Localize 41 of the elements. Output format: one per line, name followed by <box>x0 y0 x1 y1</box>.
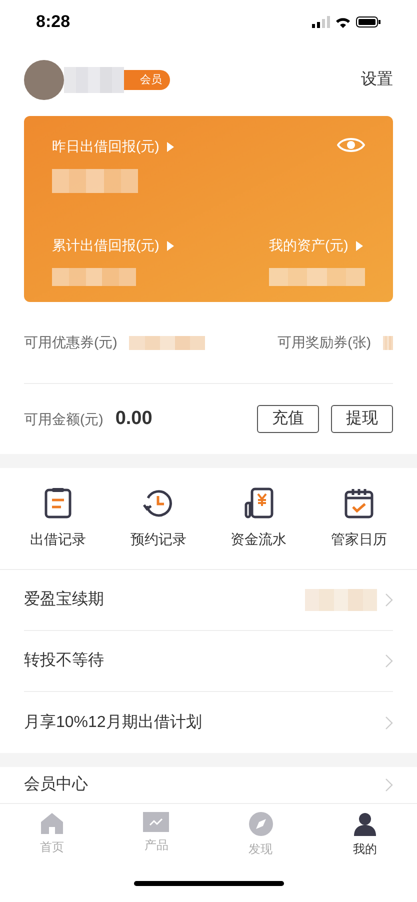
home-icon <box>40 812 64 834</box>
yen-document-icon <box>242 487 275 519</box>
avatar <box>24 60 64 100</box>
blurred-value <box>305 589 377 611</box>
blurred-value <box>64 67 124 93</box>
balance-value: 0.00 <box>115 406 152 431</box>
signal-icon <box>312 16 330 28</box>
compass-icon <box>248 812 273 836</box>
tab[interactable]: 我的 <box>334 812 395 858</box>
menu-row[interactable]: 会员中心 <box>24 767 393 803</box>
calendar-icon <box>344 487 374 519</box>
chevron-icon <box>385 654 393 668</box>
triangle-icon <box>356 240 364 250</box>
clipboard-icon <box>43 487 74 519</box>
menu-row[interactable]: 转投不等待 <box>24 631 393 692</box>
chevron-icon <box>385 778 393 792</box>
shortcut-button[interactable]: 管家日历 <box>318 487 399 550</box>
voucher-label: 可用奖励券(张) <box>278 333 371 352</box>
action-button[interactable]: 充值 <box>257 405 319 433</box>
shortcut-button[interactable]: 资金流水 <box>218 487 299 550</box>
settings-button[interactable]: 设置 <box>361 68 393 92</box>
eye-icon[interactable] <box>337 136 365 154</box>
chevron-icon <box>385 593 393 607</box>
clock-icon <box>142 487 174 519</box>
status-time: 8:28 <box>36 11 70 34</box>
shortcut-button[interactable]: 出借记录 <box>18 487 98 550</box>
voucher-label: 可用优惠券(元) <box>24 333 118 352</box>
member-badge: 会员 <box>124 70 170 90</box>
chevron-icon <box>385 716 393 730</box>
triangle-icon <box>167 142 174 152</box>
balance-label: 可用金额(元) <box>24 410 104 429</box>
menu-row[interactable]: 爱盈宝续期 <box>24 570 393 631</box>
action-button[interactable]: 提现 <box>331 405 393 433</box>
chart-icon <box>143 812 170 832</box>
person-icon <box>352 812 377 836</box>
wifi-icon <box>336 16 350 28</box>
battery-icon <box>356 16 381 28</box>
menu-row[interactable]: 月享10%12月期出借计划 <box>24 692 393 753</box>
blurred-value <box>383 336 393 350</box>
triangle-icon <box>167 240 174 250</box>
shortcut-button[interactable]: 预约记录 <box>118 487 198 550</box>
